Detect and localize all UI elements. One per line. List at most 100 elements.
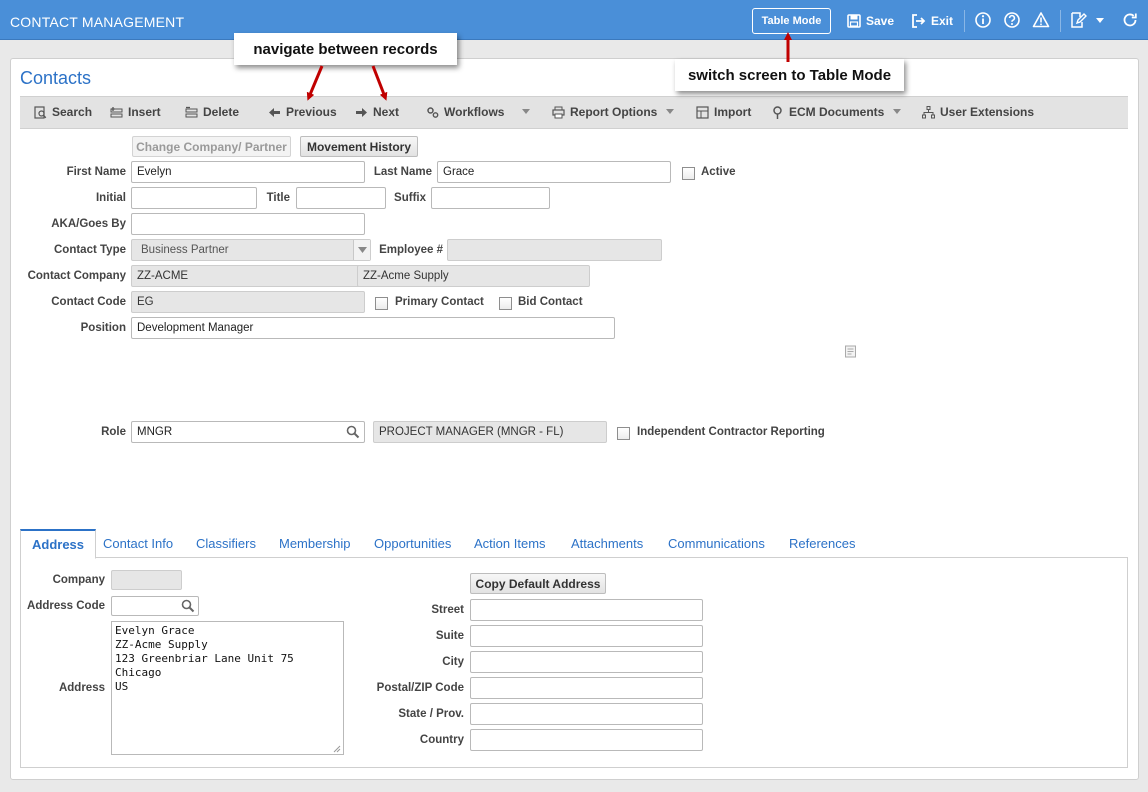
tab-opportunities[interactable]: Opportunities [363, 529, 462, 558]
contact-code-label: Contact Code [51, 296, 126, 308]
callout-switch-table-mode: switch screen to Table Mode [675, 59, 904, 91]
first-name-field[interactable]: Evelyn [131, 161, 365, 183]
tab-classifiers[interactable]: Classifiers [185, 529, 267, 558]
contact-code-field: EG [131, 291, 365, 313]
chevron-down-icon [357, 247, 367, 253]
arrow-left-icon [269, 107, 280, 117]
initial-field[interactable] [131, 187, 257, 209]
resize-grip-icon[interactable] [333, 745, 341, 753]
address-label: Address [58, 682, 105, 694]
tab-membership[interactable]: Membership [268, 529, 362, 558]
tab-address[interactable]: Address [20, 529, 97, 559]
warning-icon[interactable] [1032, 11, 1050, 29]
contact-company-name-field: ZZ-Acme Supply [357, 265, 590, 287]
next-button[interactable]: Next [355, 105, 399, 119]
previous-label: Previous [286, 105, 337, 119]
import-label: Import [714, 105, 752, 119]
country-field[interactable] [470, 729, 703, 751]
street-label: Street [431, 604, 464, 616]
city-field[interactable] [470, 651, 703, 673]
independent-contractor-checkbox[interactable] [617, 427, 630, 440]
change-company-button[interactable]: Change Company/ Partner [132, 136, 291, 157]
report-options-dropdown-icon[interactable] [666, 109, 674, 114]
insert-button[interactable]: Insert [110, 105, 161, 119]
chevron-down-icon[interactable] [1093, 11, 1107, 29]
aka-label: AKA/Goes By [51, 218, 126, 230]
last-name-label: Last Name [373, 166, 432, 178]
position-field[interactable]: Development Manager [131, 317, 615, 339]
address-code-label: Address Code [27, 600, 105, 612]
report-options-label: Report Options [570, 105, 658, 119]
delete-icon [185, 106, 198, 117]
save-label: Save [866, 14, 895, 28]
contact-company-code-field: ZZ-ACME [131, 265, 365, 287]
exit-button[interactable]: Exit [911, 8, 953, 34]
bid-contact-checkbox[interactable] [499, 297, 512, 310]
report-options-button[interactable]: Report Options [552, 105, 657, 119]
suite-field[interactable] [470, 625, 703, 647]
last-name-field[interactable]: Grace [437, 161, 671, 183]
hierarchy-icon [922, 105, 935, 118]
street-field[interactable] [470, 599, 703, 621]
role-search-icon[interactable] [346, 425, 360, 439]
company-label: Company [52, 574, 105, 586]
refresh-icon[interactable] [1121, 11, 1139, 29]
tab-communications[interactable]: Communications [657, 529, 776, 558]
callout-navigate: navigate between records [234, 33, 457, 65]
previous-button[interactable]: Previous [268, 105, 337, 119]
movement-history-button[interactable]: Movement History [300, 136, 418, 157]
address-code-search-icon[interactable] [181, 599, 195, 613]
suite-label: Suite [435, 630, 464, 642]
employee-no-label: Employee # [379, 244, 443, 256]
company-field [111, 570, 182, 590]
title-label: Title [266, 192, 290, 204]
tab-references[interactable]: References [778, 529, 866, 558]
import-icon [696, 105, 709, 119]
postal-field[interactable] [470, 677, 703, 699]
import-button[interactable]: Import [696, 105, 751, 119]
save-button[interactable]: Save [847, 8, 894, 34]
tab-contact-info[interactable]: Contact Info [92, 529, 184, 558]
user-extensions-button[interactable]: User Extensions [922, 105, 1034, 119]
primary-contact-checkbox[interactable] [375, 297, 388, 310]
title-field[interactable] [296, 187, 386, 209]
document-icon[interactable] [844, 345, 857, 358]
workflows-button[interactable]: Workflows [426, 105, 504, 119]
suffix-field[interactable] [431, 187, 550, 209]
tab-attachments[interactable]: Attachments [560, 529, 654, 558]
printer-icon [552, 106, 565, 118]
employee-no-field [447, 239, 662, 261]
table-mode-button[interactable]: Table Mode [752, 8, 831, 34]
copy-default-address-button[interactable]: Copy Default Address [470, 573, 606, 594]
search-button[interactable]: Search [34, 105, 92, 119]
workflows-dropdown-icon[interactable] [522, 109, 530, 114]
suffix-label: Suffix [394, 192, 426, 204]
independent-contractor-label: Independent Contractor Reporting [637, 426, 825, 438]
gears-icon [427, 106, 439, 118]
active-label: Active [701, 166, 736, 178]
state-label: State / Prov. [398, 708, 464, 720]
app-header: CONTACT MANAGEMENT Table Mode Save Exit [0, 0, 1148, 40]
delete-label: Delete [203, 105, 240, 119]
address-textarea[interactable]: Evelyn Grace ZZ-Acme Supply 123 Greenbri… [111, 621, 344, 755]
contact-type-value: Business Partner [141, 244, 229, 256]
role-description-field: PROJECT MANAGER (MNGR - FL) [373, 421, 607, 443]
insert-label: Insert [128, 105, 161, 119]
arrow-right-icon [356, 107, 367, 117]
delete-button[interactable]: Delete [185, 105, 239, 119]
help-icon[interactable] [1003, 11, 1021, 29]
primary-contact-label: Primary Contact [395, 296, 484, 308]
active-checkbox[interactable] [682, 167, 695, 180]
role-field[interactable]: MNGR [131, 421, 365, 443]
aka-field[interactable] [131, 213, 365, 235]
contact-type-select[interactable]: Business Partner [131, 239, 371, 261]
ecm-documents-label: ECM Documents [789, 105, 885, 119]
state-field[interactable] [470, 703, 703, 725]
ecm-documents-button[interactable]: ECM Documents [771, 105, 884, 119]
ecm-documents-dropdown-icon[interactable] [893, 109, 901, 114]
info-icon[interactable] [974, 11, 992, 29]
edit-note-icon[interactable] [1069, 11, 1087, 29]
initial-label: Initial [95, 192, 126, 204]
contact-type-dropdown[interactable] [353, 240, 370, 260]
tab-action-items[interactable]: Action Items [463, 529, 557, 558]
